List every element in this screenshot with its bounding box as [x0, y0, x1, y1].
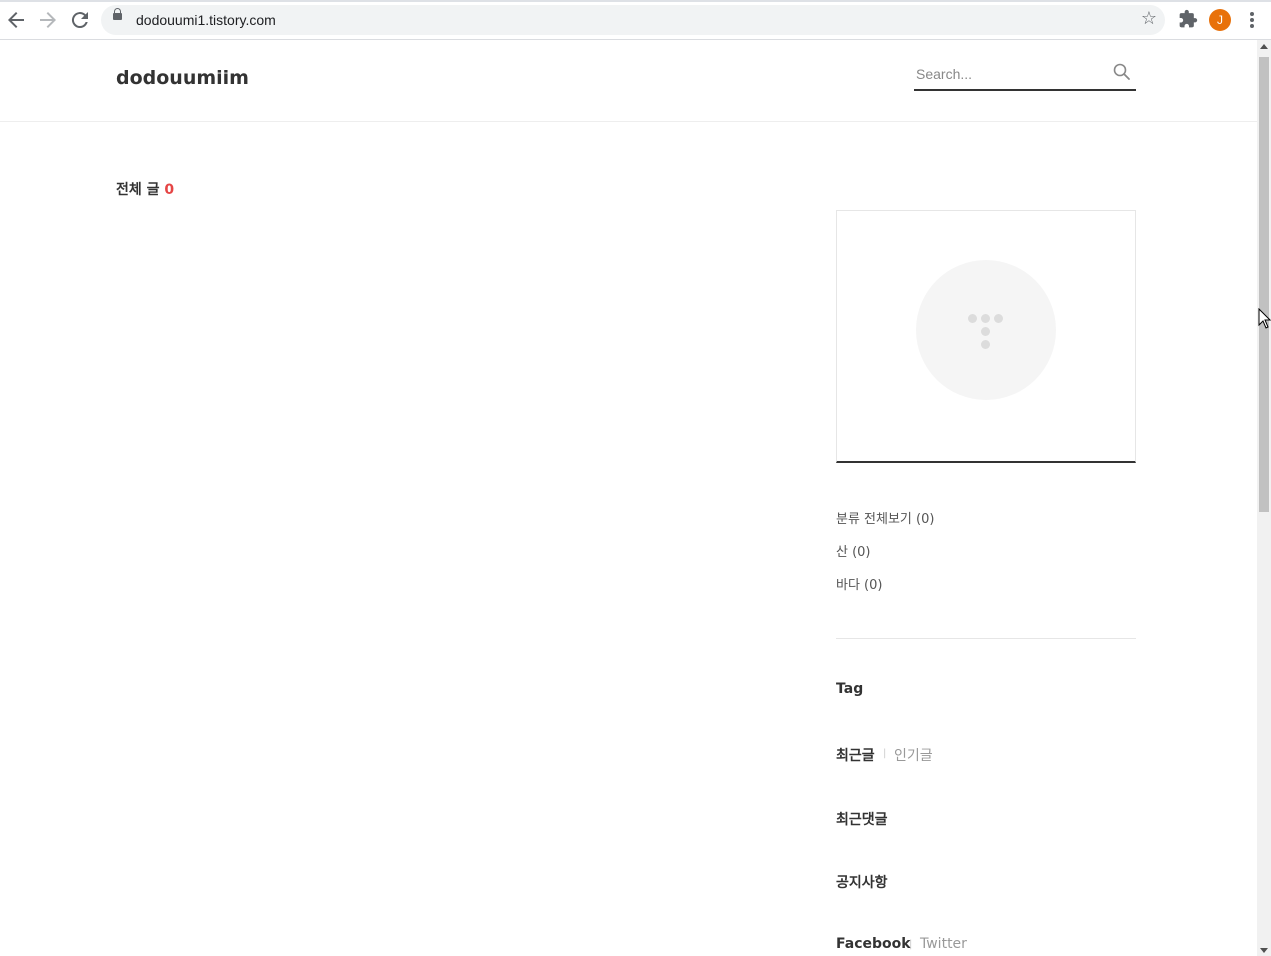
facebook-tab[interactable]: Facebook — [836, 936, 911, 952]
tab-strip-edge — [0, 0, 1271, 2]
popular-posts-tab[interactable]: 인기글 — [894, 745, 933, 765]
profile-image-placeholder[interactable] — [916, 260, 1056, 400]
recent-comments-title: 최근댓글 — [836, 812, 888, 828]
search-box — [914, 60, 1136, 91]
sidebar-divider — [836, 638, 1136, 639]
browser-toolbar: dodouumi1.tistory.com ☆ J — [0, 0, 1271, 40]
twitter-tab[interactable]: Twitter — [920, 936, 967, 952]
forward-arrow-icon[interactable] — [36, 8, 60, 32]
vertical-scrollbar[interactable] — [1257, 40, 1271, 956]
tistory-logo-dot — [994, 314, 1003, 323]
recent-posts-tab[interactable]: 최근글 — [836, 745, 875, 765]
scrollbar-thumb[interactable] — [1259, 57, 1269, 512]
profile-card — [836, 210, 1136, 463]
back-arrow-icon[interactable] — [4, 8, 28, 32]
posts-count: 0 — [164, 182, 175, 198]
tag-widget-title: Tag — [836, 681, 864, 697]
lock-icon[interactable] — [113, 8, 122, 20]
category-item-mountain[interactable]: 산 (0) — [836, 541, 871, 560]
kebab-menu-icon[interactable] — [1244, 9, 1260, 31]
mouse-cursor-icon — [1258, 307, 1271, 330]
extensions-puzzle-icon[interactable] — [1178, 9, 1198, 29]
address-bar[interactable]: dodouumi1.tistory.com ☆ — [101, 5, 1165, 35]
category-item-sea[interactable]: 바다 (0) — [836, 574, 882, 593]
blog-header: dodouumiim — [0, 40, 1257, 122]
tab-separator: | — [883, 748, 887, 759]
scroll-down-arrow-icon[interactable] — [1260, 948, 1268, 953]
posts-heading-label: 전체 글 — [116, 182, 160, 198]
tab-separator: | — [909, 939, 913, 950]
posts-heading: 전체 글 0 — [116, 179, 174, 199]
url-text[interactable]: dodouumi1.tistory.com — [136, 12, 276, 28]
bookmark-star-icon[interactable]: ☆ — [1141, 8, 1157, 29]
notice-title: 공지사항 — [836, 875, 888, 891]
profile-avatar[interactable]: J — [1209, 9, 1231, 31]
search-icon[interactable] — [1112, 62, 1132, 82]
tistory-logo-dot — [981, 327, 990, 336]
tistory-logo-dot — [981, 340, 990, 349]
page-viewport: dodouumiim 전체 글 0 분류 전체보기 (0) 산 (0) 바다 (… — [0, 40, 1257, 956]
category-item-all[interactable]: 분류 전체보기 (0) — [836, 508, 934, 527]
blog-title[interactable]: dodouumiim — [116, 67, 249, 89]
search-input[interactable] — [914, 62, 1098, 86]
tistory-logo-dot — [981, 314, 990, 323]
reload-icon[interactable] — [68, 8, 92, 32]
scroll-up-arrow-icon[interactable] — [1260, 44, 1268, 49]
tistory-logo-dot — [968, 314, 977, 323]
